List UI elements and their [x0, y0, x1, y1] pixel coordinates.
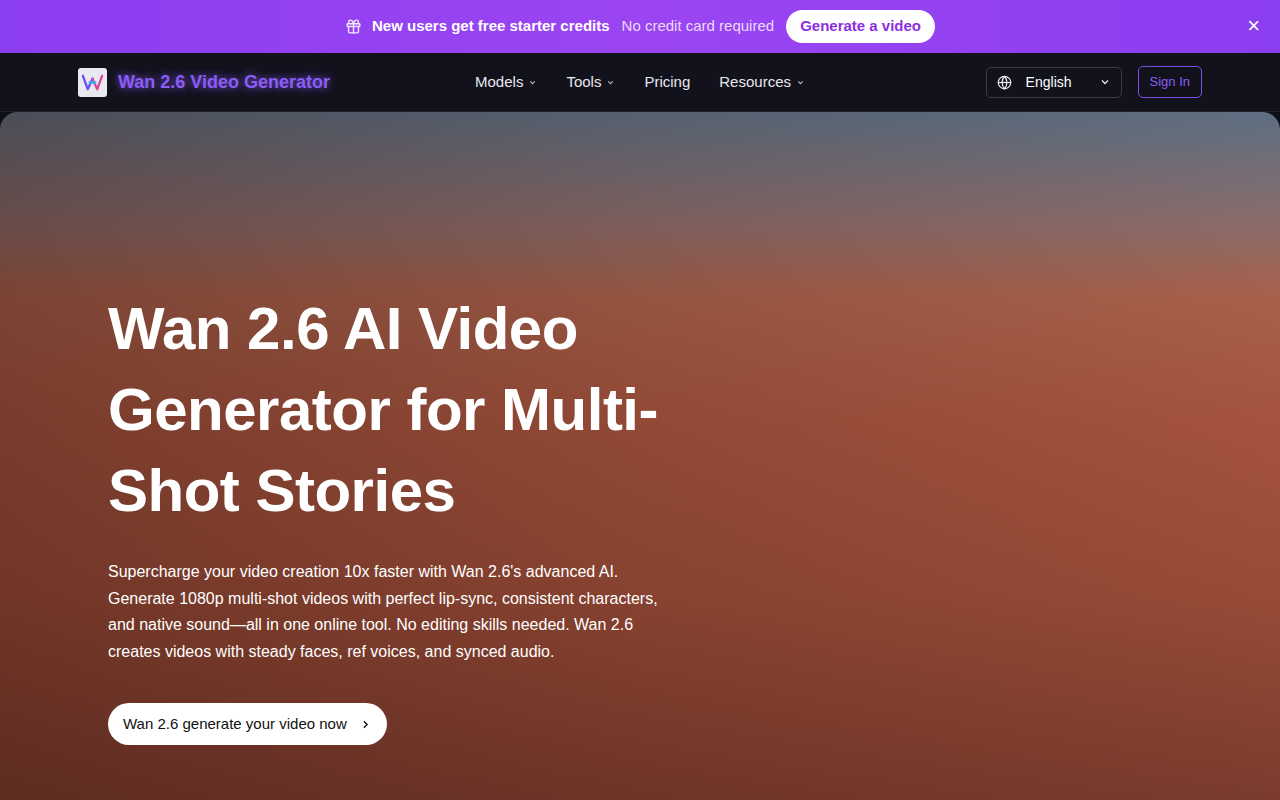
banner-title: New users get free starter credits [372, 15, 610, 38]
gift-icon [345, 18, 362, 35]
chevron-right-icon [359, 718, 372, 731]
hero: Wan 2.6 AI Video Generator for Multi-Sho… [0, 112, 1280, 800]
nav-item-label: Resources [719, 71, 791, 94]
nav-item[interactable]: Tools [566, 71, 615, 94]
logo-icon[interactable] [78, 68, 107, 97]
chevron-down-icon [528, 78, 537, 87]
chevron-down-icon [796, 78, 805, 87]
banner-subtitle: No credit card required [622, 15, 775, 38]
chevron-down-icon [606, 78, 615, 87]
hero-cta-button[interactable]: Wan 2.6 generate your video now [108, 703, 387, 745]
nav-item[interactable]: Resources [719, 71, 805, 94]
generate-video-button[interactable]: Generate a video [786, 10, 935, 43]
navbar: Wan 2.6 Video Generator Models Tools Prici… [0, 53, 1280, 112]
language-label: English [1026, 72, 1072, 93]
nav-item-label: Pricing [644, 71, 690, 94]
close-banner-button[interactable]: × [1245, 13, 1262, 39]
logo-text[interactable]: Wan 2.6 Video Generator [118, 69, 330, 96]
nav-item-label: Tools [566, 71, 601, 94]
promo-banner: New users get free starter credits No cr… [0, 0, 1280, 53]
hero-description: Supercharge your video creation 10x fast… [108, 559, 680, 665]
nav-item[interactable]: Pricing [644, 71, 690, 94]
nav-item-label: Models [475, 71, 523, 94]
hero-heading: Wan 2.6 AI Video Generator for Multi-Sho… [108, 288, 708, 531]
nav-menu: Models Tools Pricing Resources [475, 71, 805, 94]
globe-icon [997, 75, 1012, 90]
sign-in-button[interactable]: Sign In [1138, 66, 1202, 98]
nav-item[interactable]: Models [475, 71, 537, 94]
hero-cta-label: Wan 2.6 generate your video now [123, 713, 347, 736]
language-select[interactable]: English [986, 67, 1122, 98]
chevron-down-icon [1099, 76, 1111, 88]
